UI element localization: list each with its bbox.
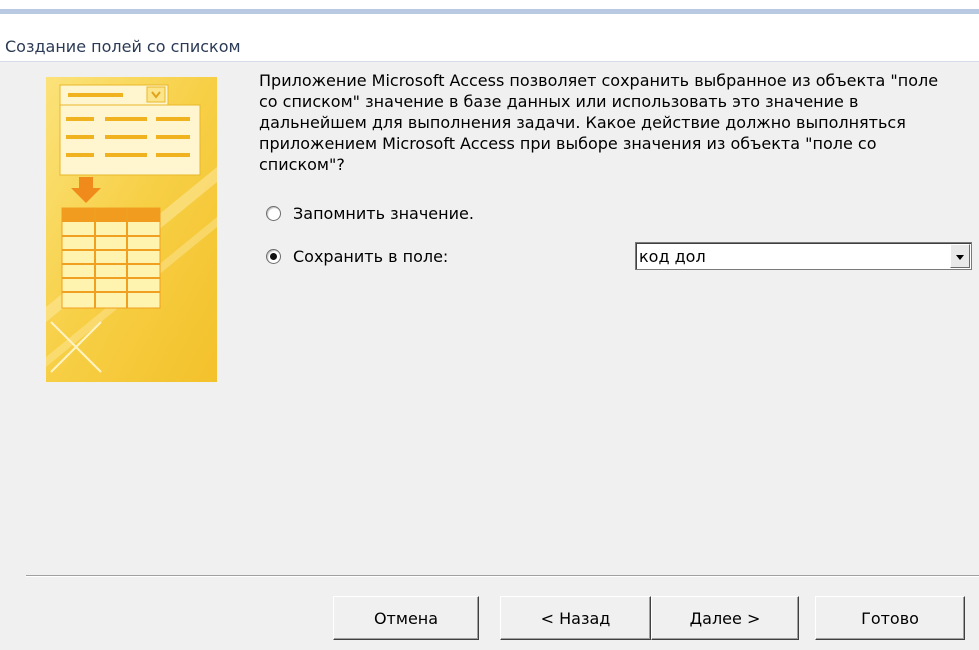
wizard-dialog: Приложение Microsoft Access позволяет со… — [0, 62, 979, 650]
save-in-field-option[interactable]: Сохранить в поле: — [266, 245, 448, 267]
next-button[interactable]: Далее > — [651, 596, 799, 640]
remember-value-radio[interactable] — [266, 205, 281, 221]
wizard-description: Приложение Microsoft Access позволяет со… — [259, 71, 939, 174]
cancel-button[interactable]: Отмена — [333, 596, 479, 640]
combo-box-wizard-illustration-icon — [46, 77, 217, 382]
top-strip — [0, 0, 979, 9]
field-select-value: код дол — [639, 247, 706, 266]
back-button[interactable]: < Назад — [500, 596, 651, 640]
field-select-dropdown[interactable]: код дол — [635, 242, 972, 270]
footer-separator — [26, 575, 979, 577]
wizard-header: Создание полей со списком — [0, 14, 979, 62]
remember-value-option[interactable]: Запомнить значение. — [266, 202, 474, 224]
finish-button[interactable]: Готово — [815, 596, 965, 640]
wizard-title: Создание полей со списком — [5, 37, 241, 56]
save-in-field-radio[interactable] — [266, 248, 281, 264]
chevron-down-icon[interactable] — [950, 244, 970, 268]
save-in-field-label: Сохранить в поле: — [293, 246, 449, 266]
remember-value-label: Запомнить значение. — [293, 203, 474, 223]
